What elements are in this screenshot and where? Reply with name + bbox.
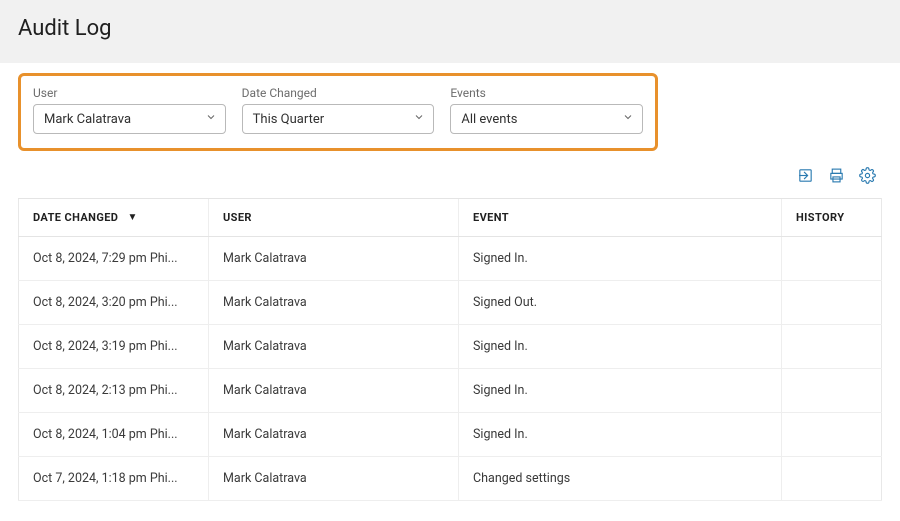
col-header-date-label: DATE CHANGED [33, 211, 118, 224]
cell-date: Oct 8, 2024, 2:13 pm Phi... [19, 369, 209, 413]
cell-history [782, 281, 882, 325]
cell-event: Changed settings [459, 457, 782, 501]
filter-events-select[interactable]: All events [450, 104, 643, 134]
filter-events-label: Events [450, 86, 643, 100]
chevron-down-icon [413, 111, 425, 127]
filter-user-select[interactable]: Mark Calatrava [33, 104, 226, 134]
table-row: Oct 8, 2024, 1:04 pm Phi...Mark Calatrav… [19, 413, 882, 457]
cell-date: Oct 8, 2024, 3:19 pm Phi... [19, 325, 209, 369]
filter-user-value: Mark Calatrava [44, 112, 131, 127]
filter-user-label: User [33, 86, 226, 100]
cell-user: Mark Calatrava [209, 281, 459, 325]
col-header-event[interactable]: EVENT [459, 199, 782, 237]
cell-event: Signed Out. [459, 281, 782, 325]
cell-event: Signed In. [459, 413, 782, 457]
cell-history [782, 237, 882, 281]
gear-icon[interactable] [859, 167, 876, 188]
filters-panel: User Mark Calatrava Date Changed This Qu… [18, 73, 658, 151]
chevron-down-icon [622, 111, 634, 127]
filter-date: Date Changed This Quarter [242, 86, 435, 134]
cell-event: Signed In. [459, 237, 782, 281]
sort-desc-icon: ▼ [128, 212, 138, 223]
filter-events-value: All events [461, 112, 517, 127]
col-header-history[interactable]: HISTORY [782, 199, 882, 237]
cell-history [782, 369, 882, 413]
cell-user: Mark Calatrava [209, 457, 459, 501]
filter-date-label: Date Changed [242, 86, 435, 100]
table-row: Oct 8, 2024, 2:13 pm Phi...Mark Calatrav… [19, 369, 882, 413]
table-row: Oct 8, 2024, 7:29 pm Phi...Mark Calatrav… [19, 237, 882, 281]
header-bar: Audit Log [0, 0, 900, 63]
cell-history [782, 457, 882, 501]
table-row: Oct 8, 2024, 3:19 pm Phi...Mark Calatrav… [19, 325, 882, 369]
table-row: Oct 7, 2024, 1:18 pm Phi...Mark Calatrav… [19, 457, 882, 501]
cell-date: Oct 8, 2024, 3:20 pm Phi... [19, 281, 209, 325]
main-content: User Mark Calatrava Date Changed This Qu… [0, 73, 900, 521]
cell-date: Oct 8, 2024, 1:04 pm Phi... [19, 413, 209, 457]
cell-date: Oct 7, 2024, 1:18 pm Phi... [19, 457, 209, 501]
cell-history [782, 413, 882, 457]
cell-event: Signed In. [459, 369, 782, 413]
print-icon[interactable] [828, 167, 845, 188]
cell-user: Mark Calatrava [209, 413, 459, 457]
table-row: Oct 8, 2024, 3:20 pm Phi...Mark Calatrav… [19, 281, 882, 325]
toolbar-icons [18, 151, 882, 194]
filter-events: Events All events [450, 86, 643, 134]
export-icon[interactable] [797, 167, 814, 188]
chevron-down-icon [205, 111, 217, 127]
cell-user: Mark Calatrava [209, 325, 459, 369]
filter-user: User Mark Calatrava [33, 86, 226, 134]
cell-event: Signed In. [459, 325, 782, 369]
table-header-row: DATE CHANGED ▼ USER EVENT HISTORY [19, 199, 882, 237]
col-header-date[interactable]: DATE CHANGED ▼ [19, 199, 209, 237]
page-title: Audit Log [18, 16, 882, 41]
filter-date-value: This Quarter [253, 112, 324, 127]
cell-date: Oct 8, 2024, 7:29 pm Phi... [19, 237, 209, 281]
filter-date-select[interactable]: This Quarter [242, 104, 435, 134]
audit-table: DATE CHANGED ▼ USER EVENT HISTORY Oct 8,… [18, 198, 882, 501]
cell-history [782, 325, 882, 369]
col-header-user[interactable]: USER [209, 199, 459, 237]
cell-user: Mark Calatrava [209, 369, 459, 413]
cell-user: Mark Calatrava [209, 237, 459, 281]
